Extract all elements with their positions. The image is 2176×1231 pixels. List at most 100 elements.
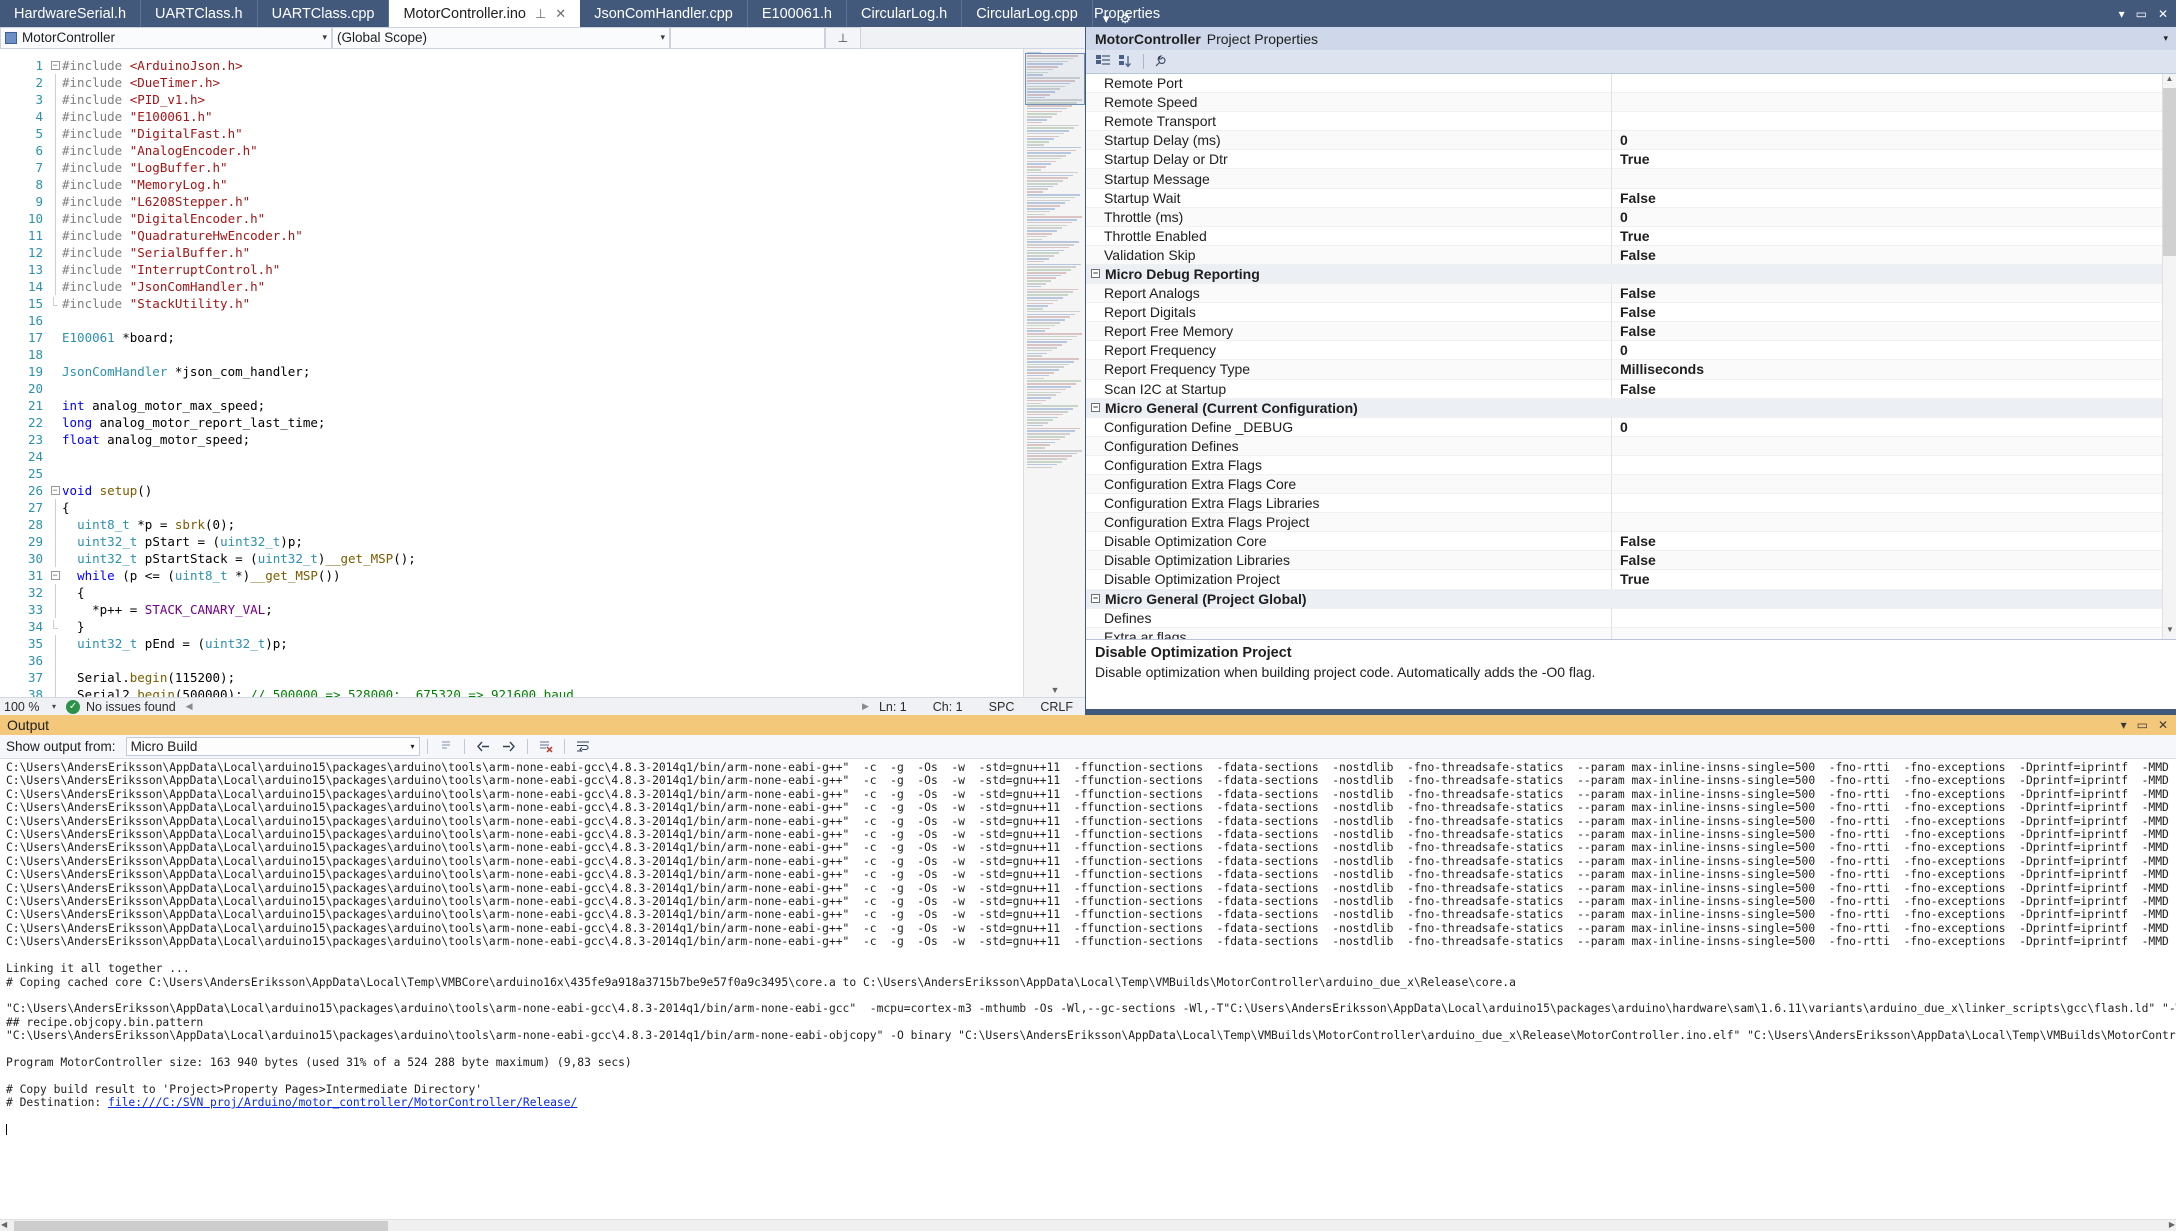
code-line[interactable]: #include "DigitalEncoder.h" bbox=[62, 210, 1023, 227]
minimap-viewport[interactable] bbox=[1025, 53, 1085, 105]
property-row[interactable]: Configuration Defines bbox=[1086, 436, 2176, 456]
properties-target-chevron-down-icon[interactable]: ▾ bbox=[2163, 33, 2176, 44]
code-line[interactable]: uint32_t pStartStack = (uint32_t)__get_M… bbox=[62, 550, 1023, 567]
property-row[interactable]: Startup Wait False bbox=[1086, 188, 2176, 208]
categorized-icon[interactable] bbox=[1093, 52, 1113, 71]
property-value[interactable]: False bbox=[1612, 285, 1656, 301]
scroll-left-icon[interactable]: ◀ bbox=[186, 701, 193, 712]
property-column-divider[interactable] bbox=[1611, 608, 1612, 628]
property-category-row[interactable]: − Micro Debug Reporting bbox=[1086, 264, 2176, 285]
property-row[interactable]: Configuration Extra Flags Libraries bbox=[1086, 493, 2176, 514]
property-row[interactable]: Throttle Enabled True bbox=[1086, 226, 2176, 246]
clear-all-icon[interactable] bbox=[535, 737, 557, 757]
gear-icon[interactable]: ⚙ bbox=[1119, 11, 1131, 27]
output-source-dropdown[interactable]: Micro Build ▾ bbox=[125, 737, 420, 756]
output-destination-link[interactable]: file:///C:/SVN proj/Arduino/motor_contro… bbox=[108, 1096, 577, 1109]
code-line[interactable]: #include "InterruptControl.h" bbox=[62, 261, 1023, 278]
property-column-divider[interactable] bbox=[1611, 169, 1612, 189]
code-line[interactable]: #include <ArduinoJson.h> bbox=[62, 57, 1023, 74]
property-value[interactable]: False bbox=[1612, 381, 1656, 397]
editor-tab-circularlog-cpp[interactable]: CircularLog.cpp bbox=[962, 0, 1093, 27]
scroll-down-icon[interactable]: ▼ bbox=[2163, 625, 2176, 639]
code-line[interactable]: Serial2.begin(500000); // 500000 => 5280… bbox=[62, 686, 1023, 697]
code-line[interactable]: uint32_t pEnd = (uint32_t)p; bbox=[62, 635, 1023, 652]
properties-grid[interactable]: Remote Port Remote Speed Remote Transport S… bbox=[1086, 74, 2176, 639]
property-row[interactable]: Configuration Define _DEBUG 0 bbox=[1086, 417, 2176, 437]
property-value[interactable]: True bbox=[1612, 228, 1650, 244]
property-row[interactable]: Scan I2C at Startup False bbox=[1086, 379, 2176, 399]
output-dropdown-icon[interactable]: ▾ bbox=[2121, 718, 2127, 732]
tab-overflow-icon[interactable]: ▾ bbox=[1103, 11, 1110, 27]
code-line[interactable]: { bbox=[62, 499, 1023, 516]
property-row[interactable]: Remote Speed bbox=[1086, 92, 2176, 113]
property-value[interactable]: Milliseconds bbox=[1612, 361, 1704, 377]
code-line[interactable]: int analog_motor_max_speed; bbox=[62, 397, 1023, 414]
property-value[interactable]: False bbox=[1612, 247, 1656, 263]
editor-tab-uartclass-h[interactable]: UARTClass.h bbox=[141, 0, 258, 27]
property-value[interactable]: False bbox=[1612, 323, 1656, 339]
property-column-divider[interactable] bbox=[1611, 493, 1612, 513]
split-editor-button[interactable]: ⊥ bbox=[825, 26, 861, 49]
property-row[interactable]: Report Frequency 0 bbox=[1086, 340, 2176, 361]
code-line[interactable]: float analog_motor_speed; bbox=[62, 431, 1023, 448]
properties-scrollbar[interactable]: ▲ ▼ bbox=[2162, 74, 2176, 639]
code-line[interactable]: E100061 *board; bbox=[62, 329, 1023, 346]
zoom-level[interactable]: 100 % bbox=[0, 700, 52, 714]
code-line[interactable] bbox=[62, 465, 1023, 482]
code-line[interactable]: uint8_t *p = sbrk(0); bbox=[62, 516, 1023, 533]
property-column-divider[interactable] bbox=[1611, 627, 1612, 639]
code-line[interactable]: JsonComHandler *json_com_handler; bbox=[62, 363, 1023, 380]
editor-horizontal-scrollbar[interactable]: ◀ ▶ bbox=[186, 701, 869, 713]
property-row[interactable]: Disable Optimization Libraries False bbox=[1086, 550, 2176, 571]
code-text[interactable]: #include <ArduinoJson.h> #include <DueTim… bbox=[62, 49, 1023, 697]
go-to-next-icon[interactable] bbox=[498, 737, 520, 757]
property-value[interactable]: 0 bbox=[1612, 209, 1628, 225]
output-horizontal-scrollbar[interactable]: ◀ ▶ bbox=[0, 1219, 2176, 1231]
code-line[interactable]: long analog_motor_report_last_time; bbox=[62, 414, 1023, 431]
property-row[interactable]: Defines bbox=[1086, 608, 2176, 628]
code-line[interactable] bbox=[62, 346, 1023, 363]
properties-dropdown-icon[interactable]: ▾ bbox=[2119, 7, 2125, 21]
property-row[interactable]: Startup Delay (ms) 0 bbox=[1086, 130, 2176, 151]
code-line[interactable]: #include "L6208Stepper.h" bbox=[62, 193, 1023, 210]
editor-tab-circularlog-h[interactable]: CircularLog.h bbox=[847, 0, 963, 27]
code-line[interactable]: Serial.begin(115200); bbox=[62, 669, 1023, 686]
editor-tab-uartclass-cpp[interactable]: UARTClass.cpp bbox=[258, 0, 390, 27]
code-folding-column[interactable]: − − − bbox=[48, 49, 62, 697]
code-line[interactable]: { bbox=[62, 584, 1023, 601]
property-pages-icon[interactable] bbox=[1151, 52, 1171, 71]
zoom-chevron-down-icon[interactable]: ▾ bbox=[52, 702, 56, 711]
property-column-divider[interactable] bbox=[1611, 436, 1612, 456]
property-row[interactable]: Startup Message bbox=[1086, 169, 2176, 189]
property-row[interactable]: Disable Optimization Core False bbox=[1086, 531, 2176, 552]
property-row[interactable]: Remote Port bbox=[1086, 74, 2176, 94]
code-line[interactable]: #include <PID_v1.h> bbox=[62, 91, 1023, 108]
property-row[interactable]: Throttle (ms) 0 bbox=[1086, 207, 2176, 227]
property-row[interactable]: Configuration Extra Flags bbox=[1086, 455, 2176, 475]
editor-tab-e100061-h[interactable]: E100061.h bbox=[748, 0, 847, 27]
code-line[interactable]: while (p <= (uint8_t *)__get_MSP()) bbox=[62, 567, 1023, 584]
scroll-up-icon[interactable]: ▲ bbox=[2163, 74, 2176, 88]
scroll-right-icon[interactable]: ▶ bbox=[862, 701, 869, 712]
properties-minimize-icon[interactable]: ▭ bbox=[2136, 7, 2147, 21]
property-value[interactable]: True bbox=[1612, 151, 1650, 167]
go-to-previous-icon[interactable] bbox=[472, 737, 494, 757]
fold-collapse-icon[interactable]: − bbox=[48, 482, 62, 499]
code-line[interactable]: #include "QuadratureHwEncoder.h" bbox=[62, 227, 1023, 244]
editor-tab-jsoncomhandler-cpp[interactable]: JsonComHandler.cpp bbox=[580, 0, 748, 27]
property-category-row[interactable]: − Micro General (Project Global) bbox=[1086, 589, 2176, 609]
property-column-divider[interactable] bbox=[1611, 455, 1612, 475]
category-collapse-icon[interactable]: − bbox=[1091, 269, 1100, 279]
pin-tab-icon[interactable]: ⊥ bbox=[535, 7, 546, 20]
third-scope-dropdown[interactable] bbox=[670, 26, 825, 49]
properties-close-icon[interactable]: ✕ bbox=[2158, 7, 2168, 21]
code-line[interactable]: void setup() bbox=[62, 482, 1023, 499]
code-line[interactable] bbox=[62, 312, 1023, 329]
find-message-icon[interactable] bbox=[435, 737, 457, 757]
code-line[interactable]: #include "StackUtility.h" bbox=[62, 295, 1023, 312]
scroll-right-icon[interactable]: ▶ bbox=[2169, 1220, 2175, 1229]
code-line[interactable]: #include "DigitalFast.h" bbox=[62, 125, 1023, 142]
code-line[interactable]: #include "E100061.h" bbox=[62, 108, 1023, 125]
code-line[interactable]: #include "MemoryLog.h" bbox=[62, 176, 1023, 193]
code-line[interactable]: #include "AnalogEncoder.h" bbox=[62, 142, 1023, 159]
